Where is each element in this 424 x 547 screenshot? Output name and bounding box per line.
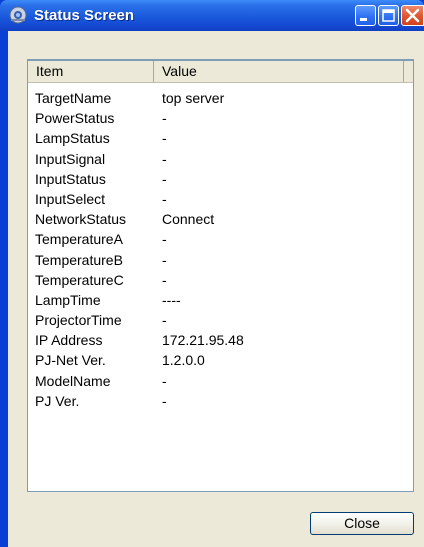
item-name: TemperatureA	[35, 231, 123, 248]
list-item[interactable]: TemperatureC -	[28, 270, 413, 290]
list-header: Item Value	[28, 61, 413, 83]
item-value: -	[162, 130, 167, 147]
list-item[interactable]: LampStatus -	[28, 128, 413, 148]
item-value: -	[162, 110, 167, 127]
list-item[interactable]: InputSignal -	[28, 149, 413, 169]
list-item[interactable]: ProjectorTime -	[28, 310, 413, 330]
list-item[interactable]: InputStatus -	[28, 169, 413, 189]
item-value: -	[162, 271, 167, 288]
list-item[interactable]: ModelName -	[28, 371, 413, 391]
item-name: TemperatureB	[35, 251, 123, 268]
item-value: 172.21.95.48	[162, 332, 244, 349]
list-item[interactable]: NetworkStatus Connect	[28, 209, 413, 229]
item-name: TargetName	[35, 90, 112, 106]
item-value: -	[162, 392, 167, 409]
status-window: Status Screen Item Value TargetName top s…	[0, 0, 424, 547]
list-item[interactable]: TargetName top server	[28, 88, 413, 108]
list-item[interactable]: PJ Ver. -	[28, 391, 413, 411]
list-item[interactable]: PJ-Net Ver. 1.2.0.0	[28, 350, 413, 370]
maximize-button[interactable]	[378, 5, 399, 26]
item-name: PJ-Net Ver.	[35, 352, 106, 369]
projector-icon	[9, 6, 27, 24]
item-value: -	[162, 251, 167, 268]
title-bar[interactable]: Status Screen	[0, 0, 424, 31]
column-header-item[interactable]: Item	[28, 61, 154, 82]
item-value: 1.2.0.0	[162, 352, 205, 369]
item-value: Connect	[162, 211, 215, 228]
item-name: InputSignal	[35, 150, 106, 167]
list-item[interactable]: IP Address 172.21.95.48	[28, 330, 413, 350]
item-name: ModelName	[35, 372, 111, 389]
minimize-button[interactable]	[355, 5, 376, 26]
item-name: IP Address	[35, 332, 103, 349]
minimize-icon	[360, 18, 367, 21]
list-item[interactable]: PowerStatus -	[28, 108, 413, 128]
list-rows: TargetName top server PowerStatus - LampSt…	[28, 88, 413, 411]
item-name: InputSelect	[35, 190, 106, 207]
list-item[interactable]: LampTime ----	[28, 290, 413, 310]
status-list[interactable]: Item Value TargetName top server PowerSta…	[27, 59, 414, 492]
item-name: ProjectorTime	[35, 312, 122, 329]
list-item[interactable]: TemperatureA -	[28, 229, 413, 249]
item-name: InputStatus	[35, 170, 106, 187]
close-button[interactable]: Close	[310, 512, 414, 535]
maximize-icon	[382, 9, 395, 22]
item-name: LampTime	[35, 291, 101, 308]
item-name: NetworkStatus	[35, 211, 127, 228]
item-value: -	[162, 150, 167, 167]
item-name: TemperatureC	[35, 271, 124, 288]
column-header-value[interactable]: Value	[154, 61, 404, 82]
item-name: PJ Ver.	[35, 392, 80, 409]
item-value: -	[162, 190, 167, 207]
item-value: -	[162, 231, 167, 248]
item-value: ----	[162, 291, 181, 308]
list-item[interactable]: TemperatureB -	[28, 250, 413, 270]
item-value: top server	[162, 90, 225, 106]
list-item[interactable]: InputSelect -	[28, 189, 413, 209]
item-value: -	[162, 372, 167, 389]
item-value: -	[162, 312, 167, 329]
item-name: PowerStatus	[35, 110, 115, 127]
item-name: LampStatus	[35, 130, 110, 147]
close-window-button[interactable]	[401, 5, 424, 26]
close-icon	[405, 8, 420, 23]
window-title: Status Screen	[34, 7, 135, 24]
item-value: -	[162, 170, 167, 187]
